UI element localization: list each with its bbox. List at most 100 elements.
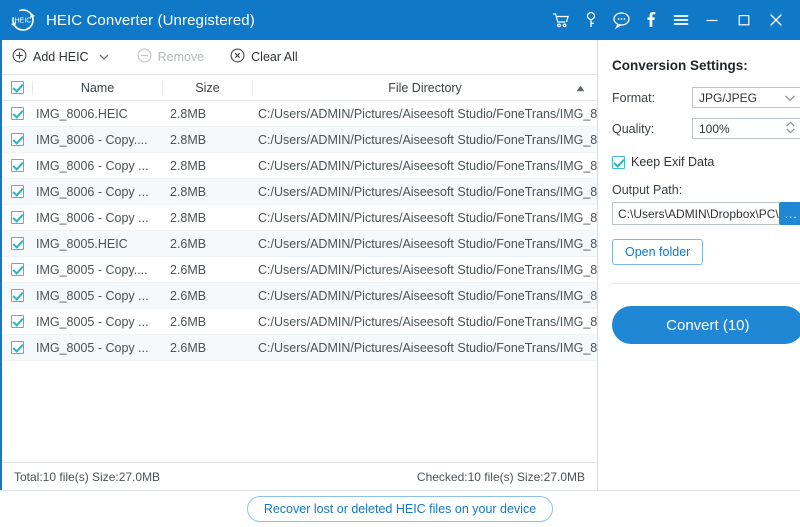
status-total: Total:10 file(s) Size:27.0MB [14,469,161,484]
convert-button[interactable]: Convert (10) [612,306,800,344]
cell-file-directory: C:/Users/ADMIN/Pictures/Aiseesoft Studio… [258,132,597,147]
row-checkbox-cell[interactable] [2,237,32,250]
quality-label: Quality: [612,121,655,136]
keep-exif-label: Keep Exif Data [631,155,715,169]
row-checkbox-cell[interactable] [2,185,32,198]
cell-file-name: IMG_8005.HEIC [36,236,128,251]
clear-all-button[interactable]: Clear All [230,40,298,74]
footer-banner: Recover lost or deleted HEIC files on yo… [0,490,800,527]
row-checkbox-cell[interactable] [2,159,32,172]
chevron-down-icon [784,91,796,105]
table-row[interactable]: IMG_8006 - Copy.... 2.8MB C:/Users/ADMIN/P… [2,127,597,153]
chat-icon[interactable] [606,3,636,37]
cell-file-directory: C:/Users/ADMIN/Pictures/Aiseesoft Studio… [258,340,597,355]
clear-all-label: Clear All [251,50,298,64]
keep-exif-row[interactable]: Keep Exif Data [612,155,800,169]
table-row[interactable]: IMG_8005 - Copy ... 2.6MB C:/Users/ADMIN/P… [2,309,597,335]
cell-file-directory: C:/Users/ADMIN/Pictures/Aiseesoft Studio… [258,236,597,251]
browse-folder-button[interactable]: ... [778,202,800,225]
table-row[interactable]: IMG_8006 - Copy ... 2.8MB C:/Users/ADMIN/P… [2,179,597,205]
title-bar: HEIC HEIC Converter (Unregistered) [0,0,800,40]
table-row[interactable]: IMG_8005.HEIC 2.6MB C:/Users/ADMIN/Picture… [2,231,597,257]
row-checkbox[interactable] [10,289,24,302]
cell-file-size: 2.6MB [170,288,207,303]
row-checkbox[interactable] [10,133,24,146]
cell-file-name: IMG_8006 - Copy ... [36,184,149,199]
window-title: HEIC Converter (Unregistered) [46,11,255,29]
cell-file-size: 2.8MB [170,106,207,121]
main-body: Add HEIC Remove Clear All Name Size File… [2,40,800,490]
row-checkbox[interactable] [10,159,24,172]
select-all-checkbox-cell[interactable] [2,81,32,94]
table-row[interactable]: IMG_8005 - Copy.... 2.6MB C:/Users/ADMIN/P… [2,257,597,283]
row-checkbox-cell[interactable] [2,315,32,328]
column-header-name[interactable]: Name [32,80,162,95]
remove-button[interactable]: Remove [137,40,205,74]
select-all-checkbox[interactable] [10,81,24,94]
remove-label: Remove [157,50,205,64]
table-row[interactable]: IMG_8006 - Copy ... 2.8MB C:/Users/ADMIN/P… [2,153,597,179]
open-folder-button[interactable]: Open folder [612,239,704,265]
sort-ascending-icon [576,81,585,95]
cell-file-size: 2.6MB [170,236,207,251]
recover-files-link[interactable]: Recover lost or deleted HEIC files on yo… [246,496,554,522]
maximize-icon[interactable] [728,3,760,37]
row-checkbox[interactable] [10,185,24,198]
quality-row: Quality: 100% [612,118,800,139]
status-checked: Checked:10 file(s) Size:27.0MB [416,469,585,484]
cart-icon[interactable] [546,3,576,37]
row-checkbox-cell[interactable] [2,341,32,354]
facebook-icon[interactable] [636,3,666,37]
settings-divider [612,283,800,284]
row-checkbox[interactable] [10,315,24,328]
add-heic-dropdown-chevron-down-icon[interactable] [91,40,117,74]
minimize-icon[interactable] [696,3,728,37]
cell-file-name: IMG_8005 - Copy ... [36,288,149,303]
row-checkbox-cell[interactable] [2,133,32,146]
toolbar: Add HEIC Remove Clear All [2,40,597,75]
cell-file-directory: C:/Users/ADMIN/Pictures/Aiseesoft Studio… [258,184,597,199]
conversion-settings-pane: Conversion Settings: Format: JPG/JPEG Qu… [598,40,800,490]
svg-text:HEIC: HEIC [15,18,32,25]
row-checkbox[interactable] [10,107,24,120]
file-list-pane: Add HEIC Remove Clear All Name Size File… [2,40,598,490]
column-header-directory[interactable]: File Directory [252,80,597,95]
add-heic-label: Add HEIC [33,50,89,64]
column-header-directory-label: File Directory [388,80,462,95]
quality-stepper[interactable]: 100% [692,118,800,139]
stepper-updown-icon[interactable] [785,120,796,137]
cell-file-name: IMG_8005 - Copy ... [36,340,149,355]
table-row[interactable]: IMG_8006 - Copy ... 2.8MB C:/Users/ADMIN/P… [2,205,597,231]
menu-icon[interactable] [666,3,696,37]
key-icon[interactable] [576,3,606,37]
output-path-input[interactable]: C:\Users\ADMIN\Dropbox\PC\ [612,202,779,225]
row-checkbox[interactable] [10,341,24,354]
column-header-size[interactable]: Size [162,80,252,95]
cell-file-directory: C:/Users/ADMIN/Pictures/Aiseesoft Studio… [258,210,597,225]
format-select[interactable]: JPG/JPEG [692,87,800,108]
table-row[interactable]: IMG_8005 - Copy ... 2.6MB C:/Users/ADMIN/P… [2,335,597,361]
cell-file-name: IMG_8005 - Copy.... [36,262,148,277]
keep-exif-checkbox[interactable] [612,155,625,169]
plus-circle-icon [12,48,27,66]
app-window: HEIC HEIC Converter (Unregistered) Add H… [0,0,800,527]
close-icon[interactable] [760,3,792,37]
status-bar: Total:10 file(s) Size:27.0MB Checked:10 … [2,462,597,490]
row-checkbox-cell[interactable] [2,289,32,302]
row-checkbox-cell[interactable] [2,211,32,224]
cell-file-size: 2.8MB [170,132,207,147]
table-row[interactable]: IMG_8005 - Copy ... 2.6MB C:/Users/ADMIN/P… [2,283,597,309]
cell-file-size: 2.6MB [170,314,207,329]
row-checkbox[interactable] [10,237,24,250]
cell-file-size: 2.8MB [170,210,207,225]
row-checkbox-cell[interactable] [2,263,32,276]
table-row[interactable]: IMG_8006.HEIC 2.8MB C:/Users/ADMIN/Picture… [2,101,597,127]
cell-file-directory: C:/Users/ADMIN/Pictures/Aiseesoft Studio… [258,314,597,329]
cell-file-directory: C:/Users/ADMIN/Pictures/Aiseesoft Studio… [258,158,597,173]
row-checkbox-cell[interactable] [2,107,32,120]
row-checkbox[interactable] [10,211,24,224]
settings-title: Conversion Settings: [612,58,748,73]
row-checkbox[interactable] [10,263,24,276]
format-label: Format: [612,90,656,105]
add-heic-button[interactable]: Add HEIC [12,40,89,74]
